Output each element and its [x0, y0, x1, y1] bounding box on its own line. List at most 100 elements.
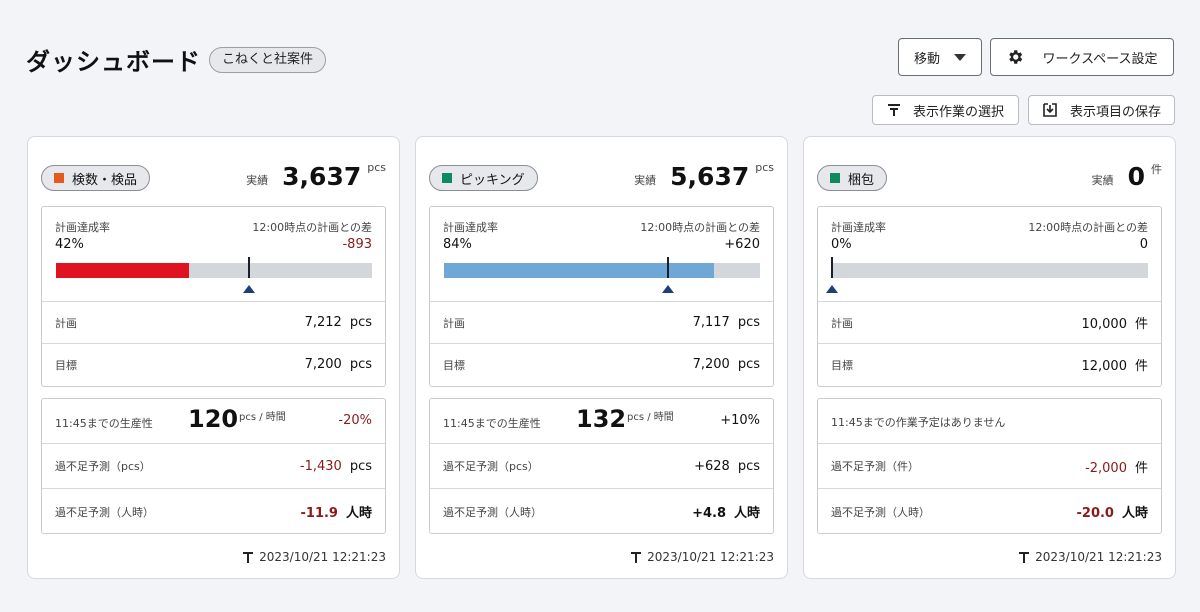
page-title: ダッシュボード — [26, 48, 201, 76]
forecast-unit: 件 — [1134, 460, 1148, 476]
target-value: 7,200 — [304, 357, 342, 372]
productivity-row: 11:45までの生産性 132 pcs / 時間 +10% — [430, 399, 773, 443]
plan-row: 計画 7,212 pcs — [42, 301, 385, 343]
forecast-manhour-row: 過不足予測（人時） -20.0 人時 — [818, 488, 1161, 534]
diff-value: +620 — [724, 237, 760, 252]
productivity-label: 11:45までの生産性 — [55, 417, 153, 430]
forecast-label: 過不足予測（pcs） — [443, 460, 539, 473]
rate-value: 84% — [443, 237, 472, 252]
plan-marker — [831, 257, 833, 278]
target-label: 目標 — [55, 358, 77, 372]
forecast-row: 過不足予測（件） -2,000 件 — [818, 443, 1161, 488]
gear-icon — [1009, 50, 1023, 64]
category-color-swatch — [442, 173, 452, 183]
category-label: ピッキング — [460, 172, 525, 188]
category-color-swatch — [830, 173, 840, 183]
rate-value: 0% — [831, 237, 852, 252]
productivity-delta: +10% — [720, 413, 760, 428]
task-card: 検数・検品 実績 3,637 pcs 計画達成率 12:00時点の計画との差 4… — [27, 136, 400, 579]
plan-label: 計画 — [55, 316, 77, 330]
move-button-label: 移動 — [913, 51, 940, 67]
forecast-unit: pcs — [349, 458, 372, 474]
actual-label: 実績 — [246, 174, 269, 187]
category-badge[interactable]: 検数・検品 — [41, 165, 151, 191]
category-label: 梱包 — [848, 172, 875, 188]
actual-value: 0 — [1127, 162, 1145, 191]
progress-bar-fill — [56, 263, 189, 278]
rate-label: 計画達成率 — [443, 221, 498, 234]
actual-unit: 件 — [1151, 163, 1162, 176]
rate-label: 計画達成率 — [55, 221, 110, 234]
timestamp-value: 2023/10/21 12:21:23 — [647, 550, 774, 564]
forecast-manhour-value: -20.0 — [1076, 506, 1114, 521]
plan-unit: pcs — [737, 315, 760, 330]
progress-bar-fill — [444, 263, 715, 278]
plan-row: 計画 10,000 件 — [818, 301, 1161, 343]
target-row: 目標 12,000 件 — [818, 343, 1161, 385]
save-items-button[interactable]: 表示項目の保存 — [1028, 95, 1175, 125]
filter-icon — [887, 104, 900, 116]
target-label: 目標 — [443, 358, 465, 372]
plan-row: 計画 7,117 pcs — [430, 301, 773, 343]
update-time-icon — [631, 551, 642, 563]
forecast-panel: 11:45までの生産性 132 pcs / 時間 +10% 過不足予測（pcs） +6… — [429, 398, 774, 534]
forecast-manhour-value: -11.9 — [300, 506, 338, 521]
company-badge[interactable]: こねくと社案件 — [209, 47, 327, 73]
productivity-value: 132 — [576, 405, 627, 433]
forecast-value: +628 — [694, 458, 730, 474]
forecast-manhour-row: 過不足予測（人時） -11.9 人時 — [42, 488, 385, 534]
caret-down-icon — [954, 53, 966, 61]
category-badge[interactable]: 梱包 — [817, 165, 888, 191]
plan-marker — [247, 257, 250, 278]
plan-label: 計画 — [443, 316, 465, 330]
forecast-manhour-unit: 人時 — [733, 506, 760, 521]
forecast-manhour-label: 過不足予測（人時） — [443, 505, 542, 519]
progress-bar — [56, 257, 372, 293]
plan-value: 7,212 — [304, 315, 342, 330]
forecast-row: 過不足予測（pcs） +628 pcs — [430, 443, 773, 488]
category-label: 検数・検品 — [72, 172, 138, 188]
actual-value: 5,637 — [670, 162, 750, 191]
select-tasks-button[interactable]: 表示作業の選択 — [872, 95, 1019, 125]
forecast-value: -2,000 — [1085, 460, 1127, 476]
diff-label: 12:00時点の計画との差 — [1028, 221, 1148, 234]
plan-marker-arrow-icon — [242, 285, 255, 293]
actual-value: 3,637 — [282, 162, 362, 191]
updated-timestamp: 2023/10/21 12:21:23 — [1019, 550, 1162, 564]
task-card: ピッキング 実績 5,637 pcs 計画達成率 12:00時点の計画との差 8… — [415, 136, 788, 579]
category-badge[interactable]: ピッキング — [429, 165, 538, 191]
select-tasks-label: 表示作業の選択 — [912, 104, 1004, 120]
plan-marker-arrow-icon — [826, 285, 838, 293]
actual-label: 実績 — [1091, 174, 1114, 187]
productivity-unit: pcs / 時間 — [239, 412, 286, 423]
productivity-row: 11:45までの作業予定はありません — [818, 399, 1161, 443]
forecast-value: -1,430 — [299, 458, 342, 474]
download-icon — [1043, 103, 1057, 117]
timestamp-value: 2023/10/21 12:21:23 — [259, 550, 386, 564]
forecast-manhour-unit: 人時 — [345, 506, 372, 521]
plan-label: 計画 — [831, 316, 853, 330]
plan-value: 7,117 — [692, 315, 730, 330]
forecast-label: 過不足予測（pcs） — [55, 460, 151, 473]
plan-progress-panel: 計画達成率 12:00時点の計画との差 84% +620 計画 7,117 pcs… — [429, 206, 774, 387]
productivity-label: 11:45までの生産性 — [443, 417, 541, 430]
diff-value: -893 — [342, 237, 372, 252]
workspace-settings-button[interactable]: ワークスペース設定 — [990, 38, 1174, 76]
forecast-panel: 11:45までの生産性 120 pcs / 時間 -20% 過不足予測（pcs） -1… — [41, 398, 386, 534]
plan-value: 10,000 — [1081, 317, 1127, 332]
target-unit: pcs — [349, 357, 372, 372]
progress-bar — [444, 257, 760, 293]
productivity-unit: pcs / 時間 — [627, 412, 674, 423]
target-label: 目標 — [831, 358, 853, 372]
task-card: 梱包 実績 0 件 計画達成率 12:00時点の計画との差 0% 0 計画 10… — [803, 136, 1176, 579]
timestamp-value: 2023/10/21 12:21:23 — [1035, 550, 1162, 564]
productivity-delta: -20% — [338, 413, 372, 428]
update-time-icon — [243, 551, 254, 563]
move-button[interactable]: 移動 — [898, 38, 982, 76]
forecast-manhour-value: +4.8 — [692, 506, 726, 521]
target-unit: 件 — [1134, 359, 1148, 374]
forecast-manhour-unit: 人時 — [1121, 506, 1148, 521]
forecast-label: 過不足予測（件） — [831, 460, 919, 473]
rate-label: 計画達成率 — [831, 221, 886, 234]
target-unit: pcs — [737, 357, 760, 372]
